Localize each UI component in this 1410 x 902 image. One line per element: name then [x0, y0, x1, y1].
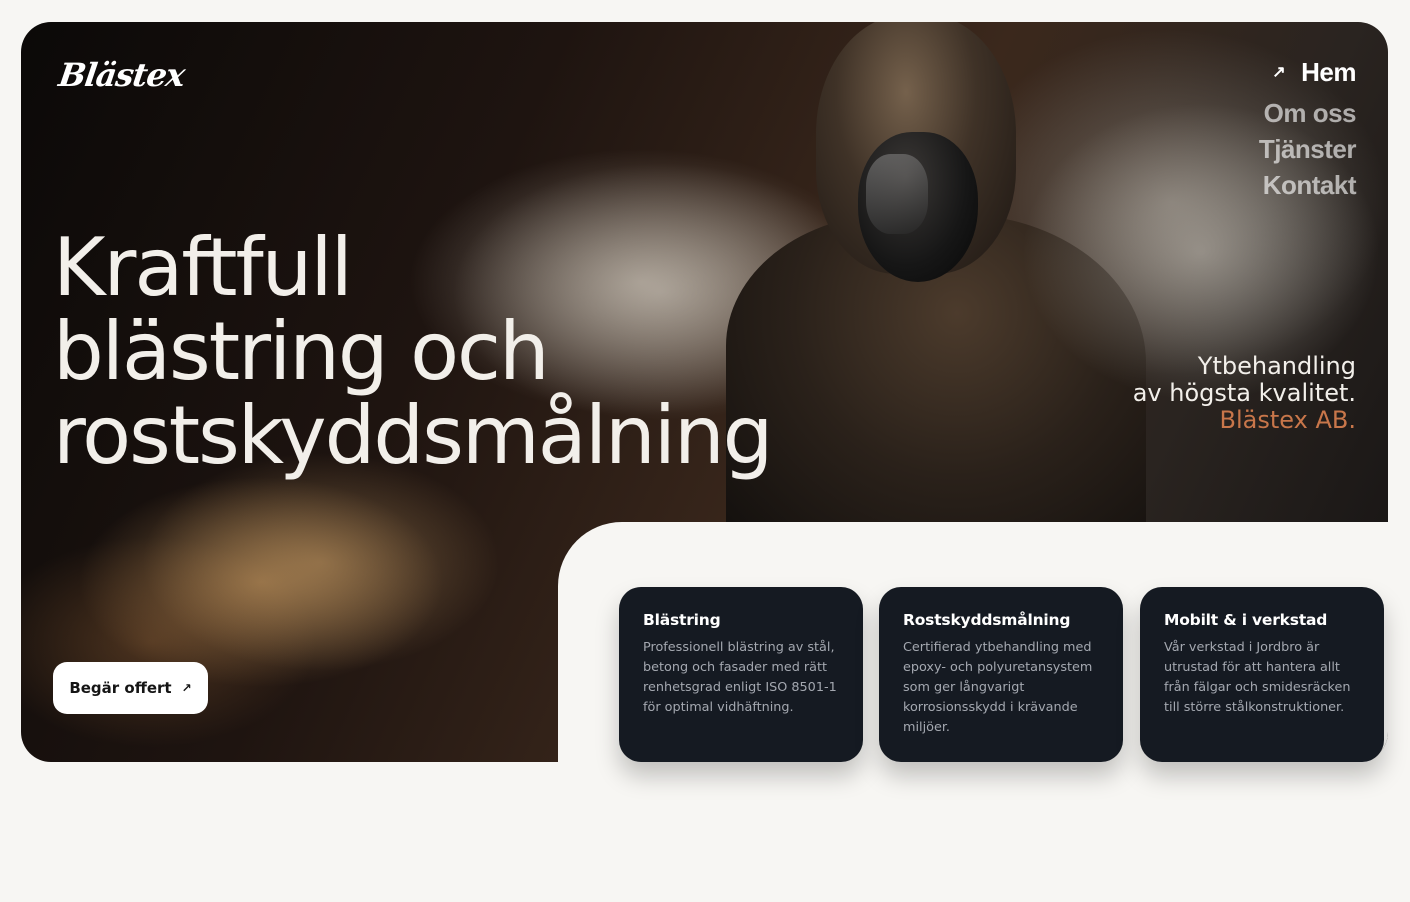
hero-tagline: Ytbehandling av högsta kvalitet. Blästex… — [1133, 353, 1356, 434]
mask-visor — [866, 154, 928, 234]
tagline-line: av högsta kvalitet. — [1132, 379, 1356, 407]
request-quote-button[interactable]: Begär offert ↗ — [53, 662, 208, 714]
cta-label: Begär offert — [69, 679, 172, 697]
arrow-up-right-icon: ↗ — [1272, 64, 1286, 81]
tagline-company: Blästex AB. — [1219, 406, 1356, 434]
service-card-title: Blästring — [643, 611, 721, 629]
arrow-up-right-icon: ↗ — [181, 681, 192, 695]
service-card-rostskydd[interactable]: Rostskyddsmålning Certifierad ytbehandli… — [879, 587, 1123, 762]
brand-logo[interactable]: Blästex — [56, 56, 187, 94]
service-card-text: Certifierad ytbehandling med epoxy- och … — [903, 640, 1093, 735]
nav-item-hem[interactable]: ↗ Hem — [1259, 54, 1356, 95]
service-card-text: Professionell blästring av stål, betong … — [643, 640, 837, 715]
service-card-text: Vår verkstad i Jordbro är utrustad för a… — [1164, 640, 1351, 715]
service-card-blastring[interactable]: Blästring Professionell blästring av stå… — [619, 587, 863, 762]
headline-line: blästring och — [53, 305, 550, 398]
service-card-title: Mobilt & i verkstad — [1164, 611, 1328, 629]
service-card-mobilt[interactable]: Mobilt & i verkstad Vår verkstad i Jordb… — [1140, 587, 1384, 762]
service-card-title: Rostskyddsmålning — [903, 611, 1071, 629]
headline-line: rostskyddsmålning — [53, 389, 773, 482]
nav-item-label: Hem — [1301, 57, 1356, 87]
dust-cloud — [141, 452, 501, 672]
hero-headline: Kraftfull blästring och rostskyddsmålnin… — [53, 221, 773, 482]
nav-item-tjanster[interactable]: Tjänster — [1259, 131, 1357, 167]
main-nav: ↗ Hem Om oss Tjänster Kontakt — [1259, 54, 1357, 203]
headline-line: Kraftfull — [53, 221, 353, 314]
nav-item-om-oss[interactable]: Om oss — [1259, 95, 1357, 131]
nav-item-kontakt[interactable]: Kontakt — [1259, 167, 1357, 203]
tagline-line: Ytbehandling — [1197, 352, 1356, 380]
